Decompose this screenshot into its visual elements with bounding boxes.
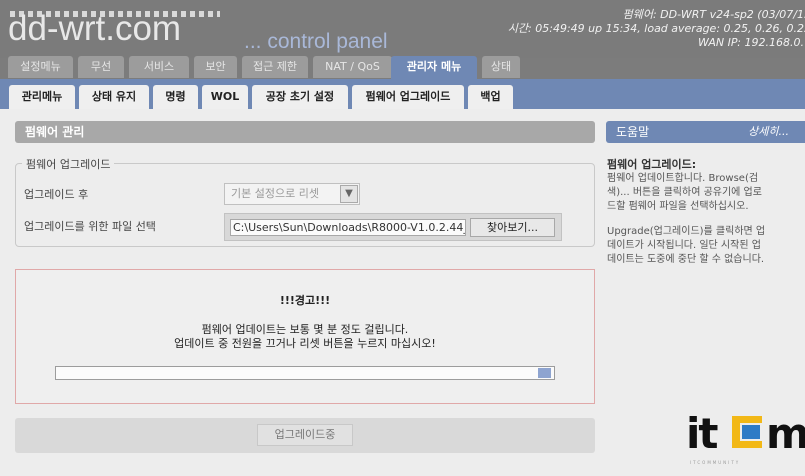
button-bar: 업그레이드중 <box>15 418 595 453</box>
after-upgrade-select[interactable]: 기본 설정으로 리셋 ▼ <box>224 183 360 205</box>
subtab-keep-alive[interactable]: 상태 유지 <box>79 85 149 109</box>
subtab-factory-defaults[interactable]: 공장 초기 설정 <box>252 85 348 109</box>
fieldset-legend: 펌웨어 업그레이드 <box>22 156 115 172</box>
warning-title: !!!경고!!! <box>279 294 331 307</box>
tagline: ... control panel <box>244 30 388 53</box>
firmware-info: 펌웨어: DD-WRT v24-sp2 (03/07/15 <box>622 8 805 21</box>
tab-security[interactable]: 보안 <box>194 56 237 78</box>
help-header: 도움말 상세히... <box>606 121 805 143</box>
warning-box: !!!경고!!! 펌웨어 업데이트는 보통 몇 분 정도 걸립니다. 업데이트 … <box>15 269 595 404</box>
after-upgrade-value: 기본 설정으로 리셋 <box>231 187 319 200</box>
subtab-management[interactable]: 관리메뉴 <box>9 85 75 109</box>
help-heading: 펌웨어 업그레이드: <box>607 158 697 171</box>
sub-tab-bar: 관리메뉴 상태 유지 명령 WOL 공장 초기 설정 펌웨어 업그레이드 백업 <box>0 79 805 109</box>
help-line-6: 데이트가 시작됩니다. 일단 시작된 업 <box>607 240 761 251</box>
warning-line-2: 업데이트 중 전원을 끄거나 리셋 버튼을 누르지 마십시오! <box>174 337 436 350</box>
subtab-wol[interactable]: WOL <box>202 85 248 109</box>
tab-administration[interactable]: 관리자 메뉴 <box>391 56 477 80</box>
help-line-3: 드할 펌웨어 파일을 선택하십시오. <box>607 201 749 212</box>
progress-fill <box>538 368 551 378</box>
upgrade-button[interactable]: 업그레이드중 <box>257 424 353 446</box>
tab-wireless[interactable]: 무선 <box>78 56 124 78</box>
file-select-label: 업그레이드를 위한 파일 선택 <box>24 220 156 233</box>
tab-access-restrictions[interactable]: 접근 제한 <box>242 56 308 78</box>
browse-button[interactable]: 찾아보기... <box>470 218 555 237</box>
subtab-commands[interactable]: 명령 <box>153 85 198 109</box>
tab-setup[interactable]: 설정메뉴 <box>8 56 73 78</box>
after-upgrade-label: 업그레이드 후 <box>24 188 89 201</box>
help-line-1: 펌웨어 업데이트합니다. Browse(검 <box>607 173 759 184</box>
help-line-5: Upgrade(업그레이드)를 클릭하면 업 <box>607 226 766 237</box>
tab-nat-qos[interactable]: NAT / QoS <box>313 56 392 78</box>
watermark-sub: ITCOMMUNITY <box>690 460 741 465</box>
logo[interactable]: dd-wrt.com <box>8 9 181 49</box>
uptime-info: 시간: 05:49:49 up 15:34, load average: 0.2… <box>507 22 805 35</box>
help-line-2: 색)... 버튼을 클릭하여 공유기에 업로 <box>607 187 762 198</box>
subtab-firmware-upgrade[interactable]: 펌웨어 업그레이드 <box>352 85 464 109</box>
chevron-down-icon[interactable]: ▼ <box>340 185 358 203</box>
watermark-c-icon <box>732 416 762 448</box>
help-title: 도움말 <box>616 125 650 139</box>
file-input[interactable]: C:\Users\Sun\Downloads\R8000-V1.0.2.44_ … <box>224 213 562 241</box>
watermark-logo: it m ITCOMMUNITY <box>686 409 805 466</box>
subtab-backup[interactable]: 백업 <box>468 85 513 109</box>
help-more-link[interactable]: 상세히... <box>748 121 789 143</box>
tab-status[interactable]: 상태 <box>482 56 520 78</box>
help-line-7: 데이트는 도중에 중단 할 수 없습니다. <box>607 254 765 265</box>
watermark-it: it <box>686 409 719 458</box>
upgrade-progress-bar <box>55 366 555 380</box>
content-area: 펌웨어 관리 펌웨어 업그레이드 업그레이드 후 기본 설정으로 리셋 ▼ 업그… <box>0 109 805 476</box>
router-info: 펌웨어: DD-WRT v24-sp2 (03/07/15 시간: 05:49:… <box>508 8 805 50</box>
header: dd-wrt.com ... control panel 펌웨어: DD-WRT… <box>0 0 805 58</box>
tab-services[interactable]: 서비스 <box>129 56 189 78</box>
wan-ip-info: WAN IP: 192.168.0.7 <box>698 36 805 49</box>
watermark-m: m <box>766 409 805 458</box>
file-path-field[interactable]: C:\Users\Sun\Downloads\R8000-V1.0.2.44_ <box>230 219 466 236</box>
section-title: 펌웨어 관리 <box>15 121 595 143</box>
